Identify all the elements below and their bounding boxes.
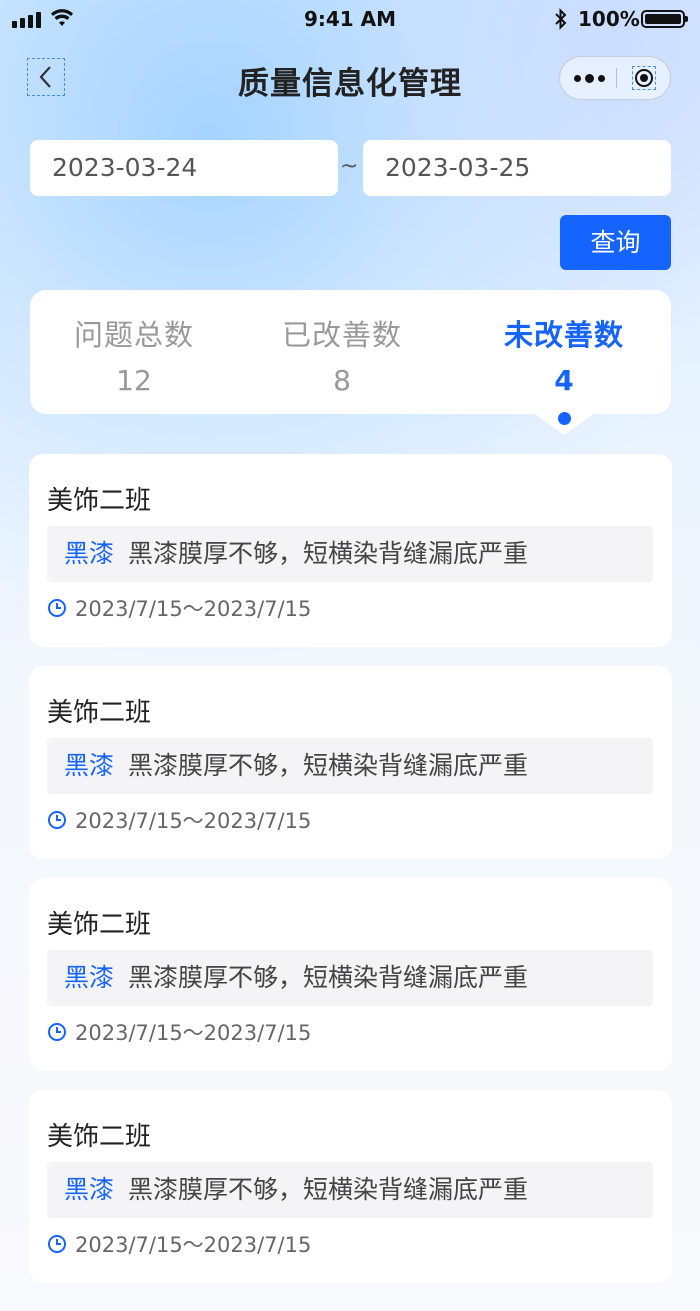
clock-icon [48, 811, 66, 829]
stat-value: 8 [333, 364, 351, 397]
clock-icon [48, 599, 66, 617]
list-item[interactable]: 美饰二班 黑漆 黑漆膜厚不够，短横染背缝漏底严重 2023/7/15～2023/7… [29, 454, 672, 647]
item-tag: 黑漆 [64, 539, 115, 568]
item-date-range: 2023/7/15～2023/7/15 [75, 1233, 312, 1257]
target-close-icon [635, 69, 653, 87]
nav-bar: 质量信息化管理 [0, 50, 700, 108]
item-team: 美饰二班 [47, 910, 152, 940]
battery-percent: 100% [578, 7, 640, 31]
stat-value: 4 [554, 364, 574, 397]
item-description: 黑漆膜厚不够，短横染背缝漏底严重 [128, 751, 529, 780]
tab-improved[interactable]: 已改善数 8 [242, 312, 442, 397]
item-tag: 黑漆 [64, 963, 115, 992]
item-date: 2023/7/15～2023/7/15 [47, 595, 311, 621]
stat-label: 已改善数 [281, 318, 402, 352]
item-date: 2023/7/15～2023/7/15 [47, 1019, 311, 1045]
item-tag: 黑漆 [64, 751, 115, 780]
stats-card: 问题总数 12 已改善数 8 未改善数 4 [30, 290, 671, 414]
more-icon[interactable] [574, 74, 605, 83]
item-date: 2023/7/15～2023/7/15 [47, 807, 311, 833]
clock-icon [48, 1235, 66, 1253]
active-tab-indicator [558, 412, 571, 425]
item-team: 美饰二班 [47, 698, 152, 728]
stat-label: 未改善数 [503, 318, 624, 352]
item-detail: 黑漆 黑漆膜厚不够，短横染背缝漏底严重 [47, 950, 653, 1006]
stat-label: 问题总数 [73, 318, 194, 352]
item-detail: 黑漆 黑漆膜厚不够，短横染背缝漏底严重 [47, 738, 653, 794]
query-button[interactable]: 查询 [560, 215, 671, 270]
close-button[interactable] [632, 66, 656, 90]
item-date-range: 2023/7/15～2023/7/15 [75, 597, 312, 621]
item-team: 美饰二班 [47, 486, 152, 516]
item-description: 黑漆膜厚不够，短横染背缝漏底严重 [128, 539, 529, 568]
mini-program-capsule [559, 56, 671, 100]
item-date: 2023/7/15～2023/7/15 [47, 1231, 311, 1257]
list-item[interactable]: 美饰二班 黑漆 黑漆膜厚不够，短横染背缝漏底严重 2023/7/15～2023/7… [29, 1090, 672, 1283]
tab-total-issues[interactable]: 问题总数 12 [34, 312, 234, 397]
item-description: 黑漆膜厚不够，短横染背缝漏底严重 [128, 1175, 529, 1204]
clock-icon [48, 1023, 66, 1041]
item-detail: 黑漆 黑漆膜厚不够，短横染背缝漏底严重 [47, 526, 653, 582]
bluetooth-icon [553, 7, 569, 36]
item-team: 美饰二班 [47, 1122, 152, 1152]
list-item[interactable]: 美饰二班 黑漆 黑漆膜厚不够，短横染背缝漏底严重 2023/7/15～2023/7… [29, 666, 672, 859]
item-date-range: 2023/7/15～2023/7/15 [75, 809, 312, 833]
stat-value: 12 [116, 364, 152, 397]
tab-not-improved[interactable]: 未改善数 4 [464, 312, 664, 397]
list-item[interactable]: 美饰二班 黑漆 黑漆膜厚不够，短横染背缝漏底严重 2023/7/15～2023/7… [29, 878, 672, 1071]
item-description: 黑漆膜厚不够，短横染背缝漏底严重 [128, 963, 529, 992]
status-bar: 9:41 AM 100% [0, 0, 700, 38]
item-date-range: 2023/7/15～2023/7/15 [75, 1021, 312, 1045]
start-date-input[interactable] [30, 140, 338, 196]
capsule-divider [616, 68, 617, 88]
item-detail: 黑漆 黑漆膜厚不够，短横染背缝漏底严重 [47, 1162, 653, 1218]
end-date-input[interactable] [363, 140, 671, 196]
battery-icon [641, 10, 688, 28]
date-separator: ~ [340, 154, 359, 179]
item-tag: 黑漆 [64, 1175, 115, 1204]
